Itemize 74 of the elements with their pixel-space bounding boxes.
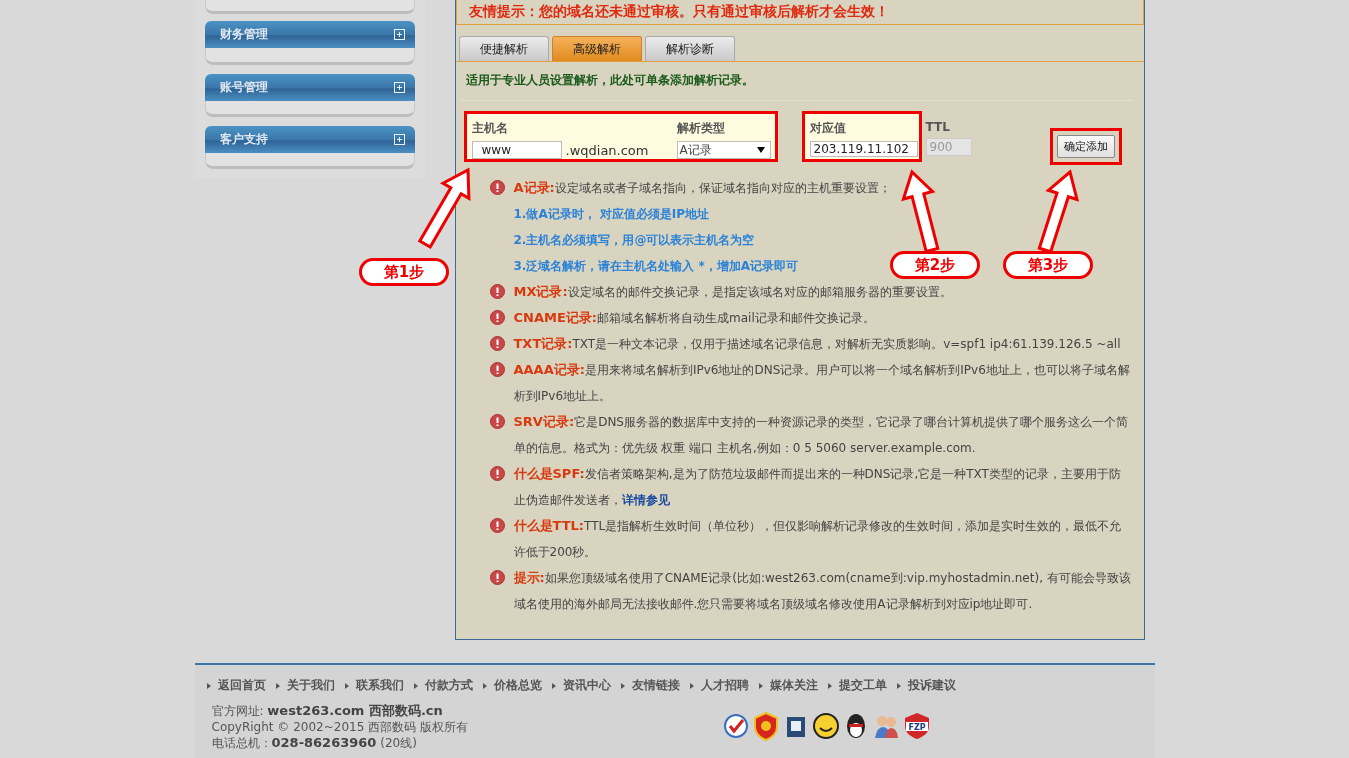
footer-info: 电话总机：028-86263960 (20线) — [211, 735, 418, 751]
bullet-icon — [896, 682, 901, 689]
bullet-icon — [344, 682, 349, 689]
warning-icon — [489, 414, 505, 429]
bullet-icon — [689, 682, 694, 689]
step-label: 第1步 — [359, 258, 449, 286]
record-type-dropdown[interactable]: A记录 — [676, 141, 771, 159]
tab[interactable]: 便捷解析 — [458, 36, 549, 61]
details-link[interactable]: 详情参见 — [621, 493, 670, 507]
footer-link[interactable]: 价格总览 — [493, 677, 542, 694]
bullet-icon — [482, 682, 487, 689]
menu-group-header[interactable]: 账号管理 — [204, 73, 415, 101]
warning-icon — [489, 518, 505, 533]
rule-note: 1.做A记录时， 对应值必须是IP地址 — [513, 206, 710, 223]
check-seal-icon[interactable] — [721, 711, 750, 741]
bullet-icon — [827, 682, 832, 689]
warning-icon — [489, 570, 505, 585]
footer-link[interactable]: 投诉建议 — [907, 677, 956, 694]
field-label: 对应值 — [809, 120, 847, 137]
expand-icon[interactable] — [393, 29, 405, 41]
warning-icon — [489, 466, 505, 481]
intro-text: 适用于专业人员设置解析，此处可单条添加解析记录。 — [460, 62, 1132, 101]
shield-emblem-icon[interactable] — [751, 711, 780, 741]
submit-button[interactable]: 确定添加 — [1056, 135, 1115, 158]
warning-icon — [489, 284, 505, 299]
menu-group-header[interactable]: 财务管理 — [204, 21, 415, 49]
step-label: 第2步 — [890, 251, 980, 279]
footer-link[interactable]: 媒体关注 — [769, 677, 818, 694]
footer-link[interactable]: 联系我们 — [355, 677, 404, 694]
footer-info: 官方网址: west263.com 西部数码.cn — [211, 703, 444, 719]
bullet-icon — [758, 682, 763, 689]
footer-link[interactable]: 人才招聘 — [700, 677, 749, 694]
bullet-icon — [275, 682, 280, 689]
warning-icon — [489, 180, 505, 195]
footer-link[interactable]: 友情链接 — [631, 677, 680, 694]
warning-icon — [489, 336, 505, 351]
bullet-icon — [413, 682, 418, 689]
expand-icon[interactable] — [393, 81, 405, 93]
record-description: A记录:设定域名或者子域名指向，保证域名指向对应的主机重要设置； — [513, 179, 892, 197]
warning-icon — [489, 310, 505, 325]
warning-notice: 友情提示：您的域名还未通过审核。只有通过审核后解析才会生效！ — [455, 0, 1144, 25]
footer-link[interactable]: 提交工单 — [838, 677, 887, 694]
field-label: 解析类型 — [676, 120, 726, 137]
footer-link[interactable]: 资讯中心 — [562, 677, 611, 694]
field-label: 主机名 — [471, 120, 509, 137]
record-description: 什么是SPF:发信者策略架构,是为了防范垃圾邮件而提出来的一种DNS记录,它是一种TXT类型的记录，主要用于防止伪造邮件发送者，详情参见 — [513, 465, 1122, 509]
expand-icon[interactable] — [393, 133, 405, 145]
record-description: 什么是TTL:TTL是指解析生效时间（单位秒），但仅影响解析记录修改的生效时间，添加是实时生效的，最低不允许低于200秒。 — [513, 517, 1123, 561]
record-description: MX记录:设定域名的邮件交换记录，是指定该域名对应的邮箱服务器的重要设置。 — [513, 283, 953, 301]
footer-info: CopyRight © 2002~2015 西部数码 版权所有 — [211, 719, 469, 735]
tab[interactable]: 解析诊断 — [644, 36, 735, 61]
tab[interactable]: 高级解析 — [551, 36, 642, 61]
rule-note: 2.主机名必须填写，用@可以表示主机名为空 — [513, 232, 755, 249]
domain-suffix: .wqdian.com — [565, 142, 649, 158]
footer-link[interactable]: 付款方式 — [424, 677, 473, 694]
bullet-icon — [620, 682, 625, 689]
record-description: CNAME记录:邮箱域名解析将自动生成mail记录和邮件交换记录。 — [513, 309, 876, 327]
bullet-icon — [206, 682, 211, 689]
record-description: AAAA记录:是用来将域名解析到IPv6地址的DNS记录。用户可以将一个域名解析到IPv6地址上，也可以将子域名解析到IPv6地址上。 — [513, 361, 1131, 405]
step-label: 第3步 — [1003, 251, 1093, 279]
host-input[interactable]: www — [471, 141, 562, 159]
footer-link[interactable]: 关于我们 — [286, 677, 335, 694]
rule-note: 3.泛域名解析，请在主机名处输入 *，增加A记录即可 — [513, 258, 799, 275]
record-description: 提示:如果您顶级域名使用了CNAME记录(比如:west263.com(cname到:vip.myhostadmin.net), 有可能会导致该域名使用的海外邮局无法接收邮件.您只需要将域名顶级域名修改使用A记录解析到对应ip地址即可. — [513, 569, 1132, 613]
smiley-icon[interactable] — [811, 711, 840, 741]
record-description: TXT记录:TXT是一种文本记录，仅用于描述域名记录信息，对解析无实质影响。v=spf1 ip4:61.139.126.5 ~all — [513, 335, 1122, 353]
bullet-icon — [551, 682, 556, 689]
field-label: TTL — [925, 120, 951, 134]
caret-icon — [756, 147, 765, 153]
value-input[interactable]: 203.119.11.102 — [809, 141, 918, 157]
footer-link[interactable]: 返回首页 — [217, 677, 266, 694]
menu-group-header[interactable]: 客户支持 — [204, 125, 415, 153]
record-description: SRV记录:它是DNS服务器的数据库中支持的一种资源记录的类型，它记录了哪台计算机提供了哪个服务这么一个简单的信息。格式为：优先级 权重 端口 主机名,例如：0 5 5060 server.example.com. — [513, 413, 1129, 457]
warning-icon — [489, 362, 505, 377]
